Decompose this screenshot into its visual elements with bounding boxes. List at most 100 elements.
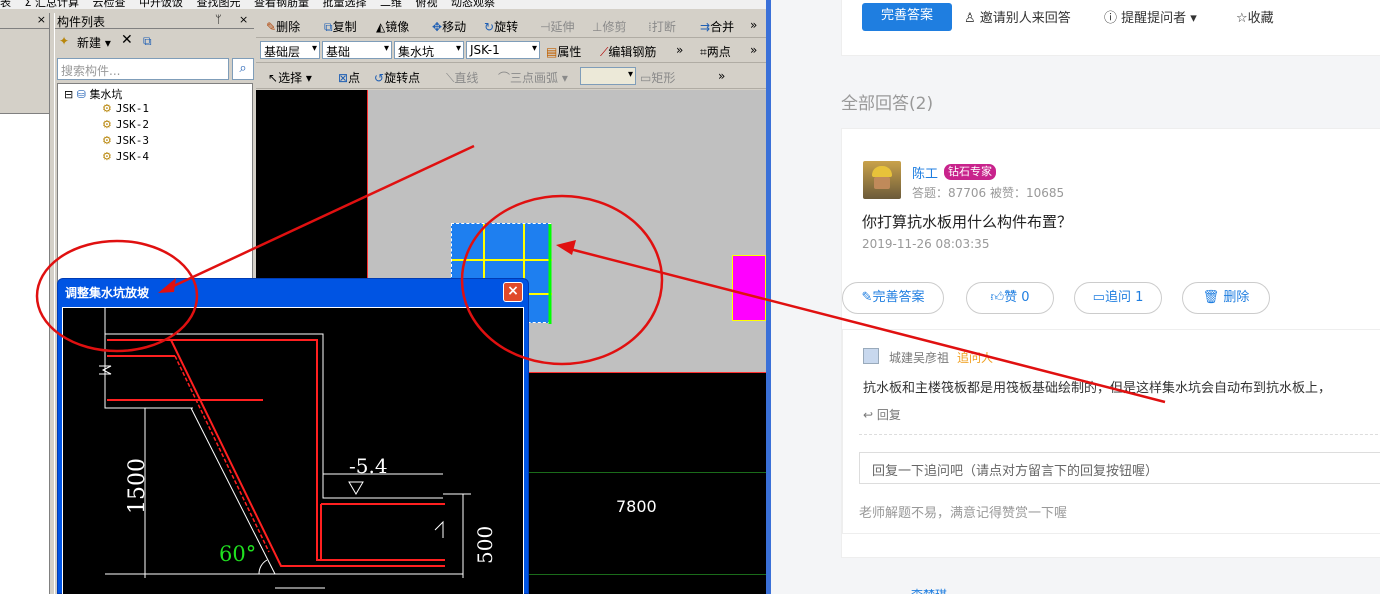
- edit-rebar-button[interactable]: ⟋编辑钢筋: [600, 43, 656, 60]
- line-button[interactable]: ⟍直线: [446, 69, 478, 86]
- topbar-item[interactable]: 查看钢筋量: [254, 0, 309, 9]
- collapse-icon[interactable]: ⊟: [64, 88, 73, 101]
- topbar-item[interactable]: 俯视: [415, 0, 437, 9]
- trim-icon: ⊥: [592, 20, 603, 34]
- toolbar2-more-2[interactable]: »: [750, 43, 757, 57]
- section-svg: [99, 308, 471, 589]
- delete-answer-button[interactable]: 🗑︎ 删除: [1182, 282, 1270, 314]
- search-icon[interactable]: ⌕: [232, 58, 254, 80]
- merge-icon: ⇉: [700, 20, 711, 34]
- tree-item[interactable]: ⚙ JSK-4: [102, 150, 149, 163]
- panel-title-bar: 构件列表 ᛘ ×: [55, 13, 254, 29]
- new-icon: ✦: [59, 34, 70, 48]
- toolbar3-more[interactable]: »: [718, 69, 725, 83]
- topbar-item[interactable]: 二维: [380, 0, 402, 9]
- component-select[interactable]: JSK-1: [466, 41, 540, 59]
- dialog-title: 调整集水坑放坡: [65, 286, 150, 300]
- invite-button[interactable]: ♙ 邀请别人来回答: [964, 7, 1071, 26]
- pin-icon[interactable]: ᛘ: [215, 13, 222, 26]
- point-button[interactable]: ⊠点: [338, 69, 360, 86]
- topbar-item[interactable]: 查找图元: [196, 0, 240, 9]
- extend-button[interactable]: ⊣延伸: [540, 18, 574, 35]
- answer-author[interactable]: 陈工: [912, 163, 938, 182]
- all-answers-heading: 全部回答(2): [841, 94, 934, 114]
- merge-button[interactable]: ⇉合并: [700, 18, 734, 35]
- tree-item[interactable]: ⚙ JSK-2: [102, 118, 149, 131]
- reward-tip: 老师解题不易，满意记得赞赏一下喔: [859, 506, 1068, 521]
- info-icon: ⓘ: [1104, 11, 1118, 26]
- toolbar2-more[interactable]: »: [676, 43, 683, 57]
- new-button[interactable]: 新建 ▾: [77, 34, 111, 51]
- rotate-button[interactable]: ↻旋转: [484, 18, 518, 35]
- two-point-button[interactable]: ⌗两点: [700, 43, 731, 60]
- favorite-button[interactable]: ☆收藏: [1236, 7, 1274, 26]
- star-icon: ☆: [1236, 11, 1248, 26]
- point-icon: ⊠: [338, 71, 349, 85]
- tree-item[interactable]: ⚙ JSK-3: [102, 134, 149, 147]
- arc-button[interactable]: ⌒三点画弧 ▾: [498, 69, 568, 86]
- mirror-button[interactable]: ◭镜像: [376, 18, 409, 35]
- properties-button[interactable]: ▤属性: [546, 43, 581, 60]
- topbar-item[interactable]: 云检查: [92, 0, 125, 9]
- thumbs-up-icon: 👍︎: [990, 290, 1005, 305]
- arc-option-select[interactable]: [580, 67, 636, 85]
- tree-root[interactable]: ⊟ ⛁ 集水坑: [64, 86, 122, 102]
- search-input[interactable]: 搜索构件...: [57, 58, 229, 80]
- arc-icon: ⌒: [498, 71, 511, 85]
- rect-icon: ▭: [640, 71, 652, 85]
- toolbar1-more[interactable]: »: [750, 18, 757, 32]
- gear-icon: ⚙: [102, 150, 112, 163]
- answer-card: 陈工 钻石专家 答题：87706 被赞：10685 你打算抗水板用什么构件布置？…: [841, 128, 1380, 558]
- like-button[interactable]: 👍︎赞 0: [966, 282, 1054, 314]
- rotate-point-icon: ↺: [374, 71, 385, 85]
- reply-link[interactable]: ↩ 回复: [863, 406, 901, 423]
- remind-button[interactable]: ⓘ 提醒提问者 ▾: [1104, 7, 1197, 26]
- adjacent-pit[interactable]: [732, 255, 766, 321]
- layer-select[interactable]: 基础层: [260, 41, 320, 59]
- improve-answer-button-top[interactable]: 完善答案: [862, 3, 952, 31]
- topbar-item[interactable]: 动态观察: [451, 0, 495, 9]
- gear-icon: ⚙: [102, 118, 112, 131]
- next-answer-author[interactable]: 李梦琪: [911, 586, 947, 594]
- delete-icon[interactable]: ✕: [121, 32, 133, 48]
- strip-close-icon[interactable]: ×: [37, 13, 46, 26]
- move-button[interactable]: ✥移动: [432, 18, 466, 35]
- delete-button[interactable]: ✎删除: [266, 18, 300, 35]
- component-toolbar: 基础层 基础 集水坑 JSK-1 ▤属性 ⟋编辑钢筋 » ⌗两点 »: [256, 38, 766, 63]
- copy-button[interactable]: ⧉复制: [324, 18, 357, 35]
- topbar-item[interactable]: 批量选择: [322, 0, 366, 9]
- tree-item-label: JSK-2: [115, 118, 149, 131]
- answer-time: 2019-11-26 08:03:35: [862, 237, 990, 251]
- cad-application: 表 Σ 汇总计算 云检查 中开饭饭 查找图元 查看钢筋量 批量选择 二维 俯视 …: [0, 0, 766, 594]
- slope-section-drawing: 1500 -5.4 500 60°: [62, 307, 524, 594]
- elevation-label: -5.4: [349, 454, 388, 478]
- adjust-pit-slope-dialog: 调整集水坑放坡 × 1500 -5.4 500 60°: [57, 278, 529, 594]
- select-button[interactable]: ↖选择 ▾: [268, 69, 312, 86]
- rotate-point-button[interactable]: ↺旋转点: [374, 69, 420, 86]
- close-icon[interactable]: ×: [503, 282, 523, 302]
- left-dock-strip: ×: [0, 13, 50, 594]
- author-stats: 答题：87706 被赞：10685: [912, 186, 1065, 200]
- followup-avatar[interactable]: [863, 348, 879, 364]
- rect-button[interactable]: ▭矩形: [640, 69, 675, 86]
- category-select[interactable]: 基础: [322, 41, 392, 59]
- followup-author[interactable]: 城建吴彦祖: [889, 349, 949, 366]
- type-select[interactable]: 集水坑: [394, 41, 464, 59]
- avatar[interactable]: [863, 161, 901, 199]
- trim-button[interactable]: ⊥修剪: [592, 18, 626, 35]
- reply-input[interactable]: 回复一下追问吧（请点对方留言下的回复按钮喔）: [859, 452, 1380, 484]
- topbar-item[interactable]: 表: [0, 0, 11, 9]
- answer-text: 你打算抗水板用什么构件布置？: [862, 213, 1073, 231]
- topbar-item[interactable]: Σ 汇总计算: [25, 0, 79, 9]
- trash-icon: 🗑︎: [1202, 290, 1220, 305]
- improve-answer-button[interactable]: ✎完善答案: [842, 282, 944, 314]
- topbar-item[interactable]: 中开饭饭: [139, 0, 183, 9]
- break-button[interactable]: ⁞打断: [648, 18, 676, 35]
- properties-icon: ▤: [546, 45, 558, 59]
- followup-button[interactable]: ▭追问 1: [1074, 282, 1162, 314]
- tree-item-label: JSK-3: [115, 134, 149, 147]
- close-icon[interactable]: ×: [239, 13, 248, 26]
- followup-thread: 城建吴彦祖 追问人 抗水板和主楼筏板都是用筏板基础绘制的，但是这样集水坑会自动布…: [842, 329, 1380, 534]
- tree-item[interactable]: ⚙ JSK-1: [102, 102, 149, 115]
- copy-icon[interactable]: ⧉: [143, 34, 152, 49]
